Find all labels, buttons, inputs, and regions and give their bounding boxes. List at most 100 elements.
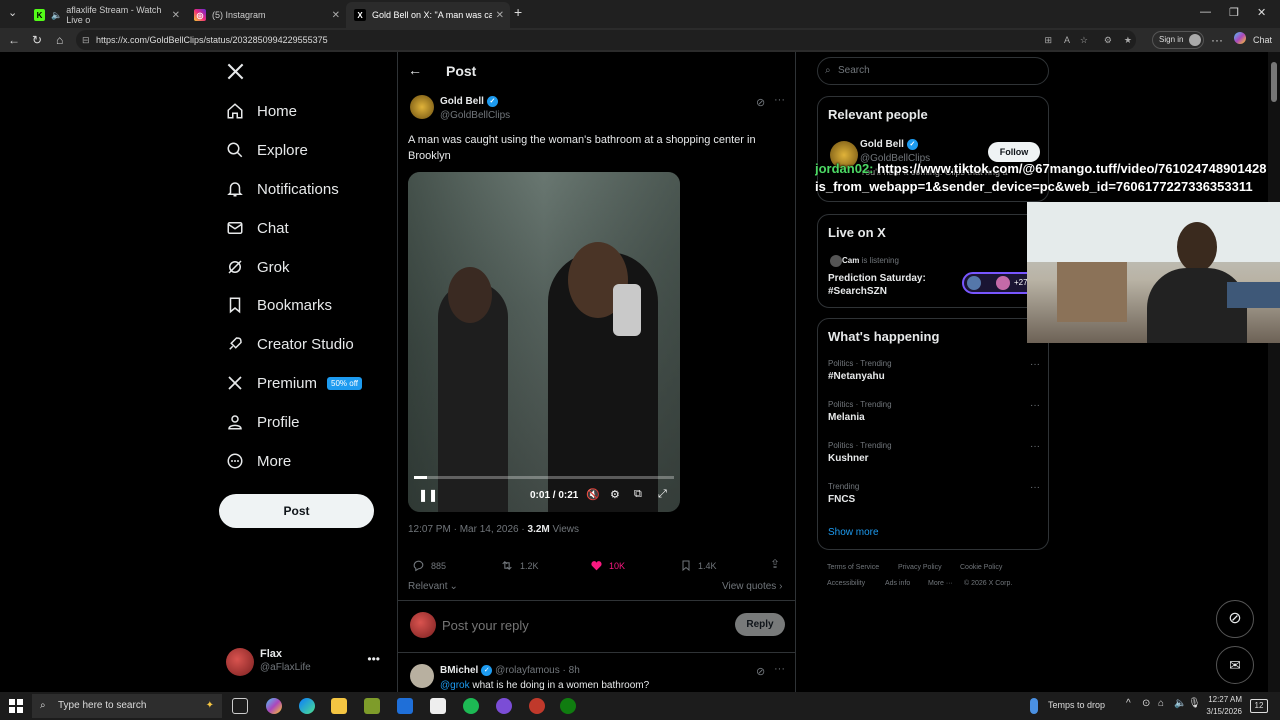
file-explorer-icon[interactable]	[331, 698, 347, 714]
back-arrow-icon[interactable]: ←	[408, 62, 422, 78]
like-action[interactable]: 10K	[590, 559, 625, 572]
bookmark-action[interactable]: 1.4K	[680, 559, 717, 572]
copilot-icon[interactable]	[1234, 32, 1246, 44]
show-more-link[interactable]: Show more	[828, 527, 879, 538]
tray-icon[interactable]: ⊙	[1142, 698, 1150, 709]
settings-icon[interactable]: ⚙	[610, 488, 620, 501]
extensions-icon[interactable]: ⚙	[1104, 30, 1112, 50]
reply-author-name[interactable]: BMichel	[440, 665, 478, 676]
grok-explain-icon[interactable]: ⊘	[756, 96, 765, 109]
more-icon[interactable]: ···	[774, 94, 785, 106]
edge-icon[interactable]	[299, 698, 315, 714]
sidebar-item-home[interactable]: Home	[226, 102, 297, 120]
follow-button[interactable]: Follow	[988, 142, 1040, 162]
trend-item[interactable]: Politics · Trending Melania ···	[828, 400, 1040, 423]
window-close-icon[interactable]: ✕	[1257, 6, 1266, 19]
search-field[interactable]: ⌕ Search	[817, 57, 1049, 85]
footer-link[interactable]: Accessibility	[827, 580, 865, 587]
footer-link[interactable]: More ···	[928, 580, 953, 587]
calculator-icon[interactable]	[364, 698, 380, 714]
notepad-icon[interactable]	[430, 698, 446, 714]
reply-action[interactable]: 885	[412, 559, 446, 572]
footer-link[interactable]: Privacy Policy	[898, 564, 942, 571]
scrollbar-thumb[interactable]	[1271, 62, 1277, 102]
author-handle[interactable]: @GoldBellClips	[440, 110, 510, 121]
pause-icon[interactable]: ❚❚	[418, 488, 438, 502]
fullscreen-icon[interactable]: ⤢	[658, 488, 667, 501]
sidebar-item-more[interactable]: More	[226, 452, 291, 470]
volume-icon[interactable]: 🔈	[1174, 698, 1186, 709]
obs-icon[interactable]	[529, 698, 545, 714]
sidebar-item-creator-studio[interactable]: Creator Studio	[226, 335, 354, 353]
tab-actions-icon[interactable]: ⌄	[8, 6, 17, 19]
reply-input[interactable]	[442, 615, 712, 635]
pip-icon[interactable]: ⧉	[634, 488, 642, 501]
more-icon[interactable]: ···	[1030, 400, 1040, 411]
sign-in-button[interactable]: Sign in	[1152, 31, 1204, 49]
grok-explain-icon[interactable]: ⊘	[756, 665, 765, 678]
footer-link[interactable]: Terms of Service	[827, 564, 879, 571]
sidebar-item-premium[interactable]: Premium 50% off	[226, 374, 362, 392]
network-icon[interactable]: ⌂	[1158, 698, 1164, 709]
author-name-row[interactable]: Gold Bell ✓	[440, 96, 498, 107]
sidebar-item-notifications[interactable]: Notifications	[226, 180, 339, 198]
share-icon[interactable]: ⇪	[770, 557, 780, 571]
task-view-icon[interactable]	[232, 698, 248, 714]
mail-app-icon[interactable]	[397, 698, 413, 714]
sidebar-item-profile[interactable]: Profile	[226, 413, 300, 431]
close-icon[interactable]: ✕	[172, 10, 180, 21]
trend-item[interactable]: Politics · Trending Kushner ···	[828, 441, 1040, 464]
more-icon[interactable]: •••	[367, 652, 380, 666]
more-icon[interactable]: ···	[1211, 33, 1223, 47]
copilot-icon[interactable]	[266, 698, 282, 714]
favorites-icon[interactable]: ★	[1124, 30, 1132, 50]
post-button[interactable]: Post	[219, 494, 374, 528]
refresh-icon[interactable]: ↻	[32, 33, 42, 47]
sidebar-item-chat[interactable]: Chat	[226, 219, 289, 237]
reply-author-handle[interactable]: @rolayfamous	[495, 665, 560, 676]
sort-dropdown[interactable]: Relevant ⌄	[408, 581, 458, 592]
weather-text[interactable]: Temps to drop	[1048, 700, 1105, 710]
read-aloud-icon[interactable]: A	[1064, 30, 1070, 50]
microphone-icon[interactable]: 🎙	[1188, 698, 1201, 709]
sidebar-item-bookmarks[interactable]: Bookmarks	[226, 296, 332, 314]
grok-float-button[interactable]: ⊘	[1216, 600, 1254, 638]
windows-start-icon[interactable]	[9, 699, 23, 713]
x-logo-icon[interactable]	[226, 62, 246, 82]
spotify-icon[interactable]	[463, 698, 479, 714]
video-player[interactable]: ❚❚ 0:01 / 0:21 🔇 ⚙ ⧉ ⤢	[408, 172, 680, 512]
close-icon[interactable]: ✕	[332, 10, 340, 21]
trend-item[interactable]: Politics · Trending #Netanyahu ···	[828, 359, 1040, 382]
footer-link[interactable]: Ads info	[885, 580, 910, 587]
live-space-title[interactable]: Prediction Saturday: #SearchSZN	[828, 272, 948, 298]
trend-item[interactable]: Trending FNCS ···	[828, 482, 1040, 505]
clock-time[interactable]: 12:27 AM	[1204, 695, 1242, 704]
chevron-up-icon[interactable]: ^	[1126, 698, 1131, 709]
more-icon[interactable]: ···	[1030, 482, 1040, 493]
app-available-icon[interactable]: ⊞	[1044, 30, 1052, 50]
sidebar-item-grok[interactable]: Grok	[226, 258, 290, 276]
chat-button[interactable]: Chat	[1253, 35, 1272, 45]
reply-button[interactable]: Reply	[735, 613, 785, 636]
more-icon[interactable]: ···	[1030, 441, 1040, 452]
site-info-icon[interactable]: ⊟	[82, 30, 90, 50]
clock-date[interactable]: 3/15/2026	[1204, 707, 1242, 716]
back-icon[interactable]: ←	[8, 33, 20, 47]
reply-avatar[interactable]	[410, 664, 434, 688]
new-tab-icon[interactable]: +	[514, 4, 522, 20]
minimize-icon[interactable]: —	[1200, 6, 1211, 18]
xbox-icon[interactable]	[560, 698, 576, 714]
footer-link[interactable]: Cookie Policy	[960, 564, 1002, 571]
mute-icon[interactable]: 🔇	[586, 488, 600, 501]
tab-kick[interactable]: K 🔈 aflaxlife Stream - Watch Live o ✕	[26, 2, 186, 28]
favorite-star-icon[interactable]: ☆	[1080, 30, 1088, 50]
view-quotes-link[interactable]: View quotes ›	[722, 581, 782, 592]
tab-x-post[interactable]: X Gold Bell on X: "A man was caugh ✕	[346, 2, 510, 28]
scrollbar[interactable]	[1268, 52, 1280, 692]
messages-float-button[interactable]: ✉	[1216, 646, 1254, 684]
tab-instagram[interactable]: ◎ (5) Instagram ✕	[186, 2, 346, 28]
discord-icon[interactable]	[496, 698, 512, 714]
home-icon[interactable]: ⌂	[56, 33, 63, 47]
video-progress-track[interactable]	[414, 476, 674, 479]
url-field[interactable]: ⊟ https://x.com/GoldBellClips/status/203…	[76, 30, 1136, 50]
